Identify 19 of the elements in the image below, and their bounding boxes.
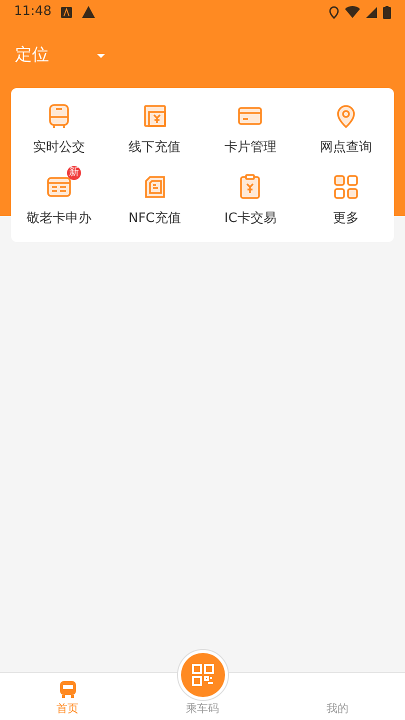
battery-icon — [383, 6, 391, 18]
bus-icon — [58, 678, 78, 698]
status-time: 11:48 — [14, 3, 52, 22]
notification-icon — [61, 6, 72, 18]
service-item[interactable]: 卡片管理 — [202, 94, 298, 165]
service-item[interactable]: 网点查询 — [298, 94, 394, 165]
wifi-icon — [345, 6, 360, 18]
warning-icon — [82, 6, 96, 18]
service-item[interactable]: 线下充值 — [106, 94, 202, 165]
location-icon — [329, 6, 339, 18]
grid-icon — [332, 172, 360, 201]
service-item[interactable]: IC卡交易 — [202, 165, 298, 236]
service-item[interactable]: 新 敬老卡申办 — [11, 165, 107, 236]
service-item[interactable]: NFC充值 — [106, 165, 202, 236]
new-badge: 新 — [66, 166, 81, 180]
service-item[interactable]: 更多 — [298, 165, 394, 236]
signal-icon — [366, 6, 377, 18]
service-item[interactable]: 实时公交 — [11, 94, 107, 165]
caret-icon — [97, 54, 105, 58]
